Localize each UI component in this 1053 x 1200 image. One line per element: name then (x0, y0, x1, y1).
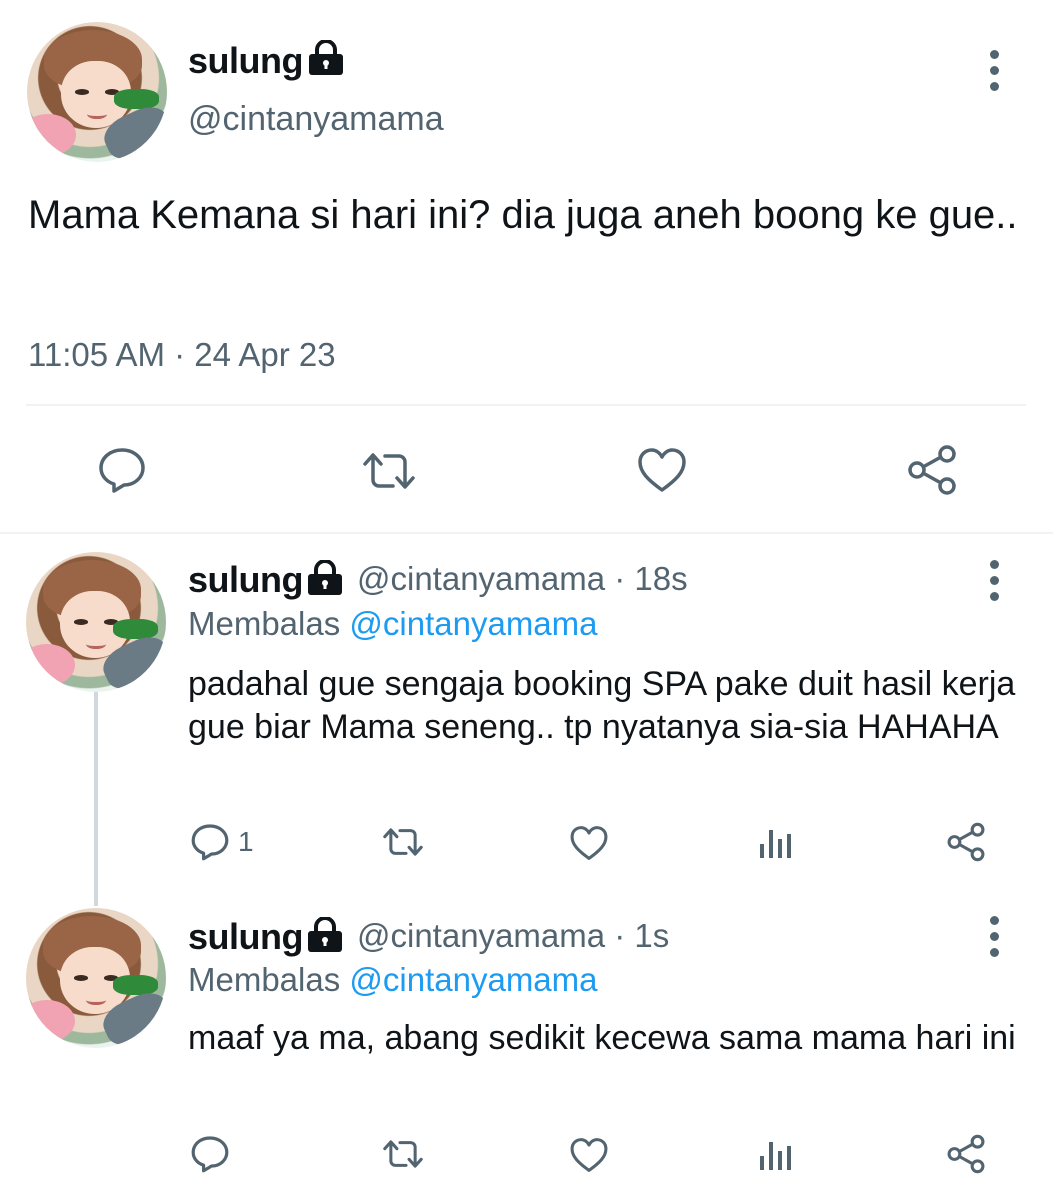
reply-icon[interactable] (190, 822, 230, 862)
avatar[interactable] (26, 908, 166, 1048)
avatar[interactable] (27, 22, 167, 162)
replying-to: Membalas @cintanyamama (188, 961, 598, 999)
more-icon[interactable] (990, 560, 1000, 608)
timestamp[interactable]: 11:05 AM · 24 Apr 23 (28, 336, 336, 374)
lock-icon (308, 560, 342, 595)
replying-prefix: Membalas (188, 961, 341, 998)
retweet-icon[interactable] (360, 450, 418, 492)
heart-icon[interactable] (569, 824, 609, 862)
views-icon[interactable] (758, 1138, 794, 1172)
section-divider (0, 532, 1053, 534)
reply-icon[interactable] (190, 1134, 230, 1174)
reply-count: 1 (238, 826, 254, 857)
mention-link[interactable]: @cintanyamama (349, 605, 597, 642)
tweet-text: Mama Kemana si hari ini? dia juga aneh b… (28, 193, 1018, 237)
share-icon[interactable] (946, 1134, 986, 1174)
retweet-icon[interactable] (381, 826, 425, 858)
tweet-text: padahal gue sengaja booking SPA pake dui… (188, 665, 1016, 746)
thread-line (94, 690, 98, 906)
retweet-icon[interactable] (381, 1138, 425, 1170)
views-icon[interactable] (758, 826, 794, 860)
share-icon[interactable] (946, 822, 986, 862)
lock-icon (308, 917, 342, 952)
handle-time[interactable]: @cintanyamama · 1s (357, 917, 669, 955)
more-icon[interactable] (990, 50, 1000, 98)
mention-link[interactable]: @cintanyamama (349, 961, 597, 998)
replying-prefix: Membalas (188, 605, 341, 642)
tweet-text: maaf ya ma, abang sedikit kecewa sama ma… (188, 1019, 1016, 1057)
reply-icon[interactable] (97, 446, 147, 494)
share-icon[interactable] (906, 444, 958, 496)
heart-icon[interactable] (636, 446, 688, 494)
divider (26, 404, 1026, 406)
handle-time[interactable]: @cintanyamama · 18s (357, 560, 688, 598)
display-name[interactable]: sulung (188, 559, 303, 601)
avatar[interactable] (26, 552, 166, 692)
handle[interactable]: @cintanyamama (188, 100, 444, 139)
heart-icon[interactable] (569, 1136, 609, 1174)
main-tweet: sulung @cintanyamama Mama Kemana si hari… (0, 0, 1053, 532)
display-name[interactable]: sulung (188, 916, 303, 958)
more-icon[interactable] (990, 916, 1000, 964)
display-name[interactable]: sulung (188, 40, 303, 82)
replying-to: Membalas @cintanyamama (188, 605, 598, 643)
lock-icon (309, 40, 343, 75)
